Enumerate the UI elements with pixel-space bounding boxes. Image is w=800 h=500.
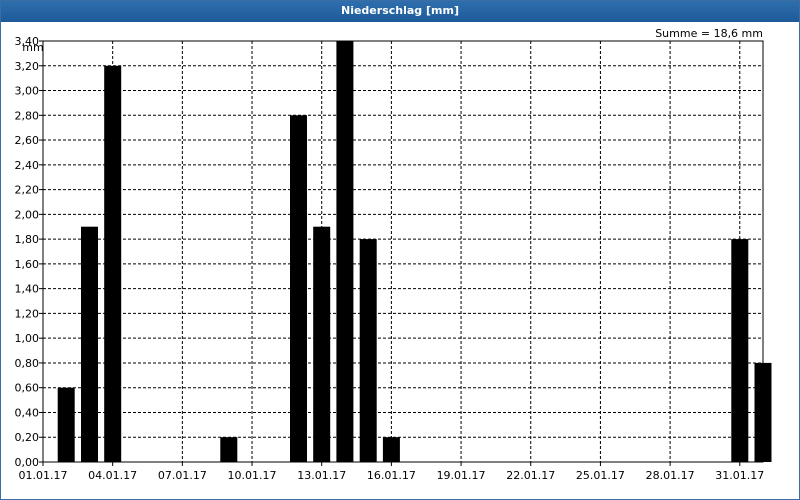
bar	[382, 437, 400, 462]
y-tick-label: 0,40	[15, 406, 40, 419]
title-bar: Niederschlag [mm]	[1, 1, 799, 22]
x-tick-label: 19.01.17	[437, 469, 486, 482]
y-tick-label: 2,80	[15, 109, 40, 122]
bar	[57, 387, 75, 462]
bar	[336, 41, 354, 462]
x-tick-label: 01.01.17	[19, 469, 68, 482]
x-tick-label: 31.01.17	[715, 469, 764, 482]
y-tick-label: 0,60	[15, 382, 40, 395]
x-tick-label: 10.01.17	[228, 469, 277, 482]
bar	[313, 226, 331, 462]
y-tick-label: 0,00	[15, 456, 40, 469]
y-tick-label: 3,20	[15, 60, 40, 73]
x-tick-label: 28.01.17	[646, 469, 695, 482]
x-tick-label: 25.01.17	[576, 469, 625, 482]
x-tick-label: 07.01.17	[158, 469, 207, 482]
bar	[359, 239, 377, 462]
grid-lines	[43, 41, 763, 462]
y-tick-label: 1,00	[15, 332, 40, 345]
bar	[290, 115, 307, 463]
y-tick-label: 1,40	[15, 283, 40, 296]
x-axis-ticks: 01.01.17 04.01.17 07.01.17 10.01.17 13.01.17…	[19, 462, 764, 482]
y-axis-label: mm	[22, 41, 43, 54]
y-tick-label: 2,20	[15, 184, 40, 197]
y-tick-label: 2,00	[15, 208, 40, 221]
y-tick-label: 1,60	[15, 258, 40, 271]
y-tick-label: 1,20	[15, 307, 40, 320]
y-tick-label: 1,80	[15, 233, 40, 246]
chart-window: Niederschlag [mm] 0,00 0,20 0,40 0,60 0,80 1,…	[0, 0, 800, 500]
precipitation-chart: 0,00 0,20 0,40 0,60 0,80 1,00 1,20 1,40 1,60 1,80…	[15, 27, 772, 482]
y-tick-label: 2,60	[15, 134, 40, 147]
bar	[731, 239, 749, 462]
bars	[57, 41, 772, 463]
x-tick-label: 22.01.17	[506, 469, 555, 482]
x-tick-label: 16.01.17	[367, 469, 416, 482]
y-tick-label: 0,20	[15, 431, 40, 444]
bar	[81, 226, 98, 462]
sum-label: Summe = 18,6 mm	[655, 27, 763, 40]
y-tick-label: 0,80	[15, 357, 40, 370]
bar	[220, 437, 238, 462]
x-tick-label: 04.01.17	[88, 469, 137, 482]
x-tick-label: 13.01.17	[297, 469, 346, 482]
y-axis-ticks: 0,00 0,20 0,40 0,60 0,80 1,00 1,20 1,40 1,60 1,80…	[15, 35, 43, 469]
y-tick-label: 3,00	[15, 85, 40, 98]
y-tick-label: 2,40	[15, 159, 40, 172]
bar	[104, 65, 122, 463]
plot-frame	[42, 40, 764, 463]
chart-title: Niederschlag [mm]	[341, 4, 459, 17]
